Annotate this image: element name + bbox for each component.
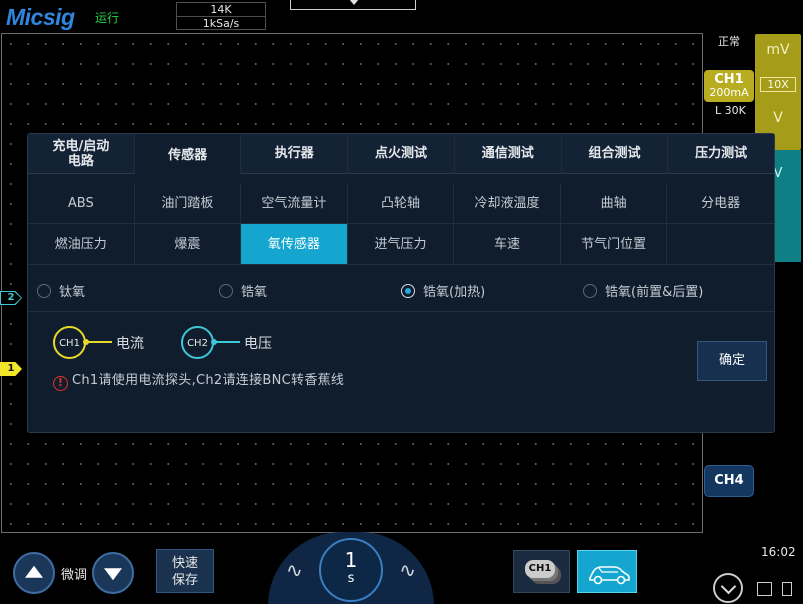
- sensor-empty-slot: [667, 224, 774, 264]
- ch2-connector-line: [211, 339, 240, 345]
- fine-down-button[interactable]: [92, 552, 134, 594]
- ch1-badge-scale: 200mA: [709, 86, 749, 99]
- warning-icon: !: [53, 376, 68, 391]
- sensor-intake-pressure[interactable]: 进气压力: [348, 224, 455, 264]
- tab-charging-start[interactable]: 充电/启动 电路: [28, 134, 135, 174]
- sensor-air-flow[interactable]: 空气流量计: [241, 183, 348, 223]
- usb-icon: [782, 582, 792, 596]
- computer-icon: [757, 582, 772, 596]
- sensor-distributor[interactable]: 分电器: [667, 183, 774, 223]
- trigger-info: L 30K: [715, 104, 746, 117]
- radio-icon[interactable]: [219, 284, 233, 298]
- sensor-oxygen[interactable]: 氧传感器: [241, 224, 348, 264]
- run-status[interactable]: 运行: [95, 9, 119, 26]
- sensor-test-dialog: 充电/启动 电路 传感器 执行器 点火测试 通信测试 组合测试 压力测试 ABS …: [27, 133, 775, 433]
- sensor-throttle-pedal[interactable]: 油门踏板: [135, 183, 242, 223]
- ch1-stack-icon: CH1: [525, 560, 555, 578]
- tab-pressure[interactable]: 压力测试: [668, 134, 775, 174]
- sensor-list: ABS 油门踏板 空气流量计 凸轮轴 冷却液温度 曲轴 分电器 燃油压力 爆震 …: [28, 183, 774, 265]
- tab-combination[interactable]: 组合测试: [561, 134, 669, 174]
- waveform-zoom-out-icon[interactable]: ∿: [286, 558, 303, 582]
- channel-select-button[interactable]: CH1: [513, 550, 570, 593]
- automotive-mode-button[interactable]: [577, 550, 637, 593]
- acquisition-info[interactable]: 14K 1kSa/s: [176, 2, 266, 30]
- ch1-connector-line: [83, 339, 112, 345]
- ch4-button[interactable]: CH4: [704, 465, 754, 497]
- collapse-chevron-icon[interactable]: [713, 573, 743, 603]
- tab-ignition[interactable]: 点火测试: [348, 134, 455, 174]
- probe-warning: ! Ch1请使用电流探头,Ch2请连接BNC转香蕉线: [53, 369, 344, 391]
- ch1-volt-label: V: [773, 110, 783, 126]
- timebase-value: 1: [344, 548, 358, 572]
- sensor-vehicle-speed[interactable]: 车速: [454, 224, 561, 264]
- memory-depth: 14K: [177, 3, 265, 17]
- category-tabs: 充电/启动 电路 传感器 执行器 点火测试 通信测试 组合测试 压力测试: [28, 134, 775, 174]
- brand-logo: Micsig: [6, 4, 75, 30]
- sensor-camshaft[interactable]: 凸轮轴: [348, 183, 455, 223]
- confirm-button[interactable]: 确定: [697, 341, 767, 381]
- ch1-scale-badge[interactable]: CH1 200mA: [704, 70, 754, 102]
- radio-icon[interactable]: [583, 284, 597, 298]
- tab-sensor[interactable]: 传感器: [134, 134, 242, 174]
- quick-save-button[interactable]: 快速 保存: [156, 549, 214, 593]
- option-zirconia[interactable]: 锆氧: [219, 281, 267, 300]
- ch1-badge-name: CH1: [714, 72, 744, 87]
- sensor-abs[interactable]: ABS: [28, 183, 135, 223]
- ch1-probe-icon: CH1: [53, 326, 86, 359]
- ch1-unit: mV: [766, 42, 790, 58]
- car-icon: [589, 566, 630, 585]
- sensor-coolant-temp[interactable]: 冷却液温度: [454, 183, 561, 223]
- oxygen-type-options: 钛氧 锆氧 锆氧(加热) 锆氧(前置&后置): [28, 268, 774, 312]
- option-zirconia-front-rear[interactable]: 锆氧(前置&后置): [583, 281, 703, 300]
- ch1-probe-ratio[interactable]: 10X: [760, 77, 796, 92]
- sensor-throttle-position[interactable]: 节气门位置: [561, 224, 668, 264]
- sample-rate: 1kSa/s: [202, 17, 240, 30]
- timebase-control[interactable]: ∿ 1 s ∿: [268, 532, 434, 604]
- trigger-status: 正常: [718, 35, 740, 48]
- clock: 16:02: [761, 545, 796, 559]
- sensor-fuel-pressure[interactable]: 燃油压力: [28, 224, 135, 264]
- option-titanium[interactable]: 钛氧: [37, 281, 85, 300]
- timebase-knob[interactable]: 1 s: [319, 538, 383, 602]
- timebase-unit: s: [347, 571, 355, 586]
- sensor-crankshaft[interactable]: 曲轴: [561, 183, 668, 223]
- ch2-signal-label: 电压: [244, 336, 272, 352]
- sensor-knock[interactable]: 爆震: [135, 224, 242, 264]
- tab-actuator[interactable]: 执行器: [241, 134, 349, 174]
- option-zirconia-heated[interactable]: 锆氧(加热): [401, 281, 485, 300]
- trigger-position-marker[interactable]: [349, 0, 359, 5]
- radio-checked-icon[interactable]: [401, 284, 415, 298]
- ch1-signal-label: 电流: [116, 336, 144, 352]
- radio-icon[interactable]: [37, 284, 51, 298]
- waveform-zoom-in-icon[interactable]: ∿: [399, 558, 416, 582]
- fine-up-button[interactable]: [13, 552, 55, 594]
- tab-communication[interactable]: 通信测试: [454, 134, 562, 174]
- memory-position-bar[interactable]: [290, 0, 416, 10]
- ch2-probe-icon: CH2: [181, 326, 214, 359]
- fine-tune-label: 微调: [61, 568, 88, 583]
